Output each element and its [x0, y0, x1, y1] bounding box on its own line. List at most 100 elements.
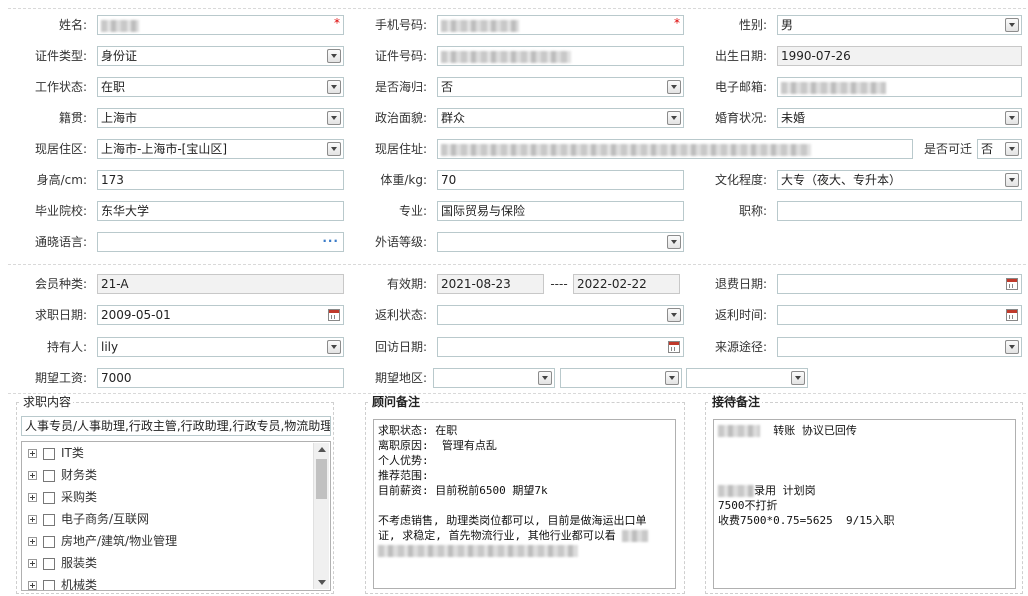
- dropdown-arrow-icon[interactable]: [667, 308, 681, 322]
- refund-date-field[interactable]: [777, 274, 1022, 294]
- education-select[interactable]: 大专（夜大、专升本）: [777, 170, 1022, 190]
- id-number-label: 证件号码:: [374, 49, 427, 63]
- dropdown-arrow-icon[interactable]: [1005, 340, 1019, 354]
- job-category-tree[interactable]: IT类 财务类 采购类 电子商务/互联网 房地产/建筑/物业管理 服装类 机械类: [21, 441, 331, 591]
- note-line: 收费7500*0.75=5625 9/15入职: [718, 514, 895, 527]
- dropdown-arrow-icon[interactable]: [327, 340, 341, 354]
- tree-item-ecommerce[interactable]: 电子商务/互联网: [28, 508, 149, 530]
- origin-select[interactable]: 上海市: [97, 108, 344, 128]
- tree-item-real-estate[interactable]: 房地产/建筑/物业管理: [28, 530, 177, 552]
- political-select[interactable]: 群众: [437, 108, 684, 128]
- dropdown-arrow-icon[interactable]: [1005, 142, 1019, 156]
- tree-item-label: 财务类: [61, 468, 98, 482]
- scroll-thumb[interactable]: [316, 459, 327, 499]
- rebate-time-field[interactable]: [777, 305, 1022, 325]
- visit-date-field[interactable]: [437, 337, 684, 357]
- expand-plus-icon[interactable]: [28, 449, 37, 458]
- region-district-select[interactable]: [686, 368, 808, 388]
- name-field[interactable]: [97, 15, 344, 35]
- calendar-icon[interactable]: [1006, 278, 1018, 290]
- dropdown-arrow-icon[interactable]: [327, 142, 341, 156]
- dropdown-arrow-icon[interactable]: [327, 111, 341, 125]
- foreign-level-label: 外语等级:: [374, 235, 427, 249]
- school-label: 毕业院校:: [34, 204, 87, 218]
- major-field[interactable]: 国际贸易与保险: [437, 201, 684, 221]
- expand-plus-icon[interactable]: [28, 581, 37, 590]
- language-field[interactable]: ···: [97, 232, 344, 252]
- note-line: [378, 543, 671, 558]
- region-city-select[interactable]: [560, 368, 682, 388]
- job-date-field[interactable]: 2009-05-01: [97, 305, 344, 325]
- calendar-icon[interactable]: [1006, 309, 1018, 321]
- dropdown-arrow-icon[interactable]: [1005, 111, 1019, 125]
- tree-item-apparel[interactable]: 服装类: [28, 552, 97, 574]
- dropdown-arrow-icon[interactable]: [667, 235, 681, 249]
- salary-field[interactable]: 7000: [97, 368, 344, 388]
- district-value: 上海市-上海市-[宝山区]: [101, 142, 228, 156]
- tree-item-purchasing[interactable]: 采购类: [28, 486, 97, 508]
- tree-item-finance[interactable]: 财务类: [28, 464, 97, 486]
- height-field[interactable]: 173: [97, 170, 344, 190]
- work-status-select[interactable]: 在职: [97, 77, 344, 97]
- reception-notes-textarea[interactable]: 转账 协议已回传 录用 计划岗 7500不打折 收费7500*0.75=5625 9/…: [713, 419, 1016, 589]
- id-type-select[interactable]: 身份证: [97, 46, 344, 66]
- foreign-level-select[interactable]: [437, 232, 684, 252]
- tree-item-label: 机械类: [61, 578, 98, 591]
- holder-select[interactable]: lily: [97, 337, 344, 357]
- more-dots-icon[interactable]: ···: [322, 233, 339, 249]
- dropdown-arrow-icon[interactable]: [538, 371, 552, 385]
- note-line: 7500不打折: [718, 499, 778, 512]
- tree-item-machinery[interactable]: 机械类: [28, 574, 98, 591]
- rebate-status-select[interactable]: [437, 305, 684, 325]
- expand-plus-icon[interactable]: [28, 471, 37, 480]
- district-select[interactable]: 上海市-上海市-[宝山区]: [97, 139, 344, 159]
- relocate-select[interactable]: 否: [977, 139, 1022, 159]
- checkbox-icon[interactable]: [43, 557, 55, 570]
- school-field[interactable]: 东华大学: [97, 201, 344, 221]
- tree-scrollbar[interactable]: [313, 443, 329, 589]
- expand-plus-icon[interactable]: [28, 559, 37, 568]
- political-label: 政治面貌:: [374, 111, 427, 125]
- checkbox-icon[interactable]: [43, 535, 55, 548]
- rebate-status-label: 返利状态:: [374, 308, 427, 322]
- email-field[interactable]: [777, 77, 1022, 97]
- weight-field[interactable]: 70: [437, 170, 684, 190]
- calendar-icon[interactable]: [328, 309, 340, 321]
- id-number-field[interactable]: [437, 46, 684, 66]
- expand-plus-icon[interactable]: [28, 515, 37, 524]
- dropdown-arrow-icon[interactable]: [665, 371, 679, 385]
- dropdown-arrow-icon[interactable]: [1005, 173, 1019, 187]
- job-content-selected[interactable]: 人事专员/人事助理,行政主管,行政助理,行政专员,物流助理: [21, 416, 331, 436]
- dropdown-arrow-icon[interactable]: [327, 49, 341, 63]
- valid-to-field: 2022-02-22: [573, 274, 680, 294]
- checkbox-icon[interactable]: [43, 579, 55, 590]
- title-field[interactable]: [777, 201, 1022, 221]
- marital-select[interactable]: 未婚: [777, 108, 1022, 128]
- returnee-label: 是否海归:: [374, 80, 427, 94]
- tree-item-it[interactable]: IT类: [28, 442, 84, 464]
- phone-field[interactable]: [437, 15, 684, 35]
- region-province-select[interactable]: [433, 368, 555, 388]
- dropdown-arrow-icon[interactable]: [327, 80, 341, 94]
- expand-plus-icon[interactable]: [28, 493, 37, 502]
- dropdown-arrow-icon[interactable]: [1005, 18, 1019, 32]
- gender-select[interactable]: 男: [777, 15, 1022, 35]
- valid-from-field: 2021-08-23: [437, 274, 544, 294]
- work-status-value: 在职: [101, 80, 126, 94]
- dropdown-arrow-icon[interactable]: [667, 111, 681, 125]
- calendar-icon[interactable]: [668, 341, 680, 353]
- checkbox-icon[interactable]: [43, 513, 55, 526]
- checkbox-icon[interactable]: [43, 491, 55, 504]
- scroll-down-arrow-icon[interactable]: [318, 580, 326, 585]
- source-select[interactable]: [777, 337, 1022, 357]
- returnee-select[interactable]: 否: [437, 77, 684, 97]
- note-spacer: [718, 438, 1011, 483]
- checkbox-icon[interactable]: [43, 469, 55, 482]
- advisor-notes-textarea[interactable]: 求职状态: 在职 离职原因: 管理有点乱 个人优势: 推荐范围: 目前薪资: 目前税前6…: [373, 419, 676, 589]
- checkbox-icon[interactable]: [43, 447, 55, 460]
- address-field[interactable]: [437, 139, 913, 159]
- dropdown-arrow-icon[interactable]: [791, 371, 805, 385]
- dropdown-arrow-icon[interactable]: [667, 80, 681, 94]
- scroll-up-arrow-icon[interactable]: [318, 447, 326, 452]
- expand-plus-icon[interactable]: [28, 537, 37, 546]
